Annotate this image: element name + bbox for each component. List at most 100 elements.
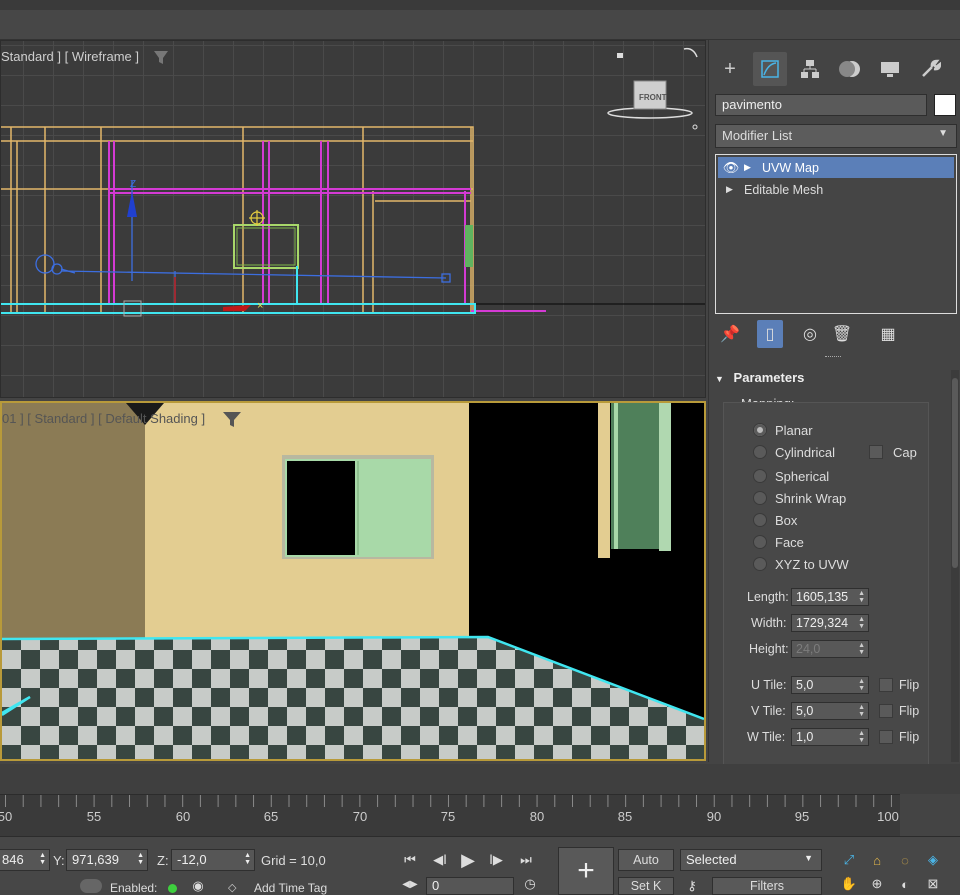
show-end-result-button[interactable]: ▯ — [757, 320, 783, 348]
radio-planar[interactable]: Planar — [753, 421, 813, 439]
set-key-button[interactable]: + — [558, 847, 614, 895]
viewport-perspective[interactable]: 01 ] [ Standard ] [ Default Shading ] — [0, 401, 706, 761]
tab-hierarchy[interactable] — [793, 52, 827, 86]
wtile-spinner[interactable]: 1,0 ▲ ▼ — [791, 728, 869, 746]
tab-modify[interactable] — [753, 52, 787, 86]
field-of-view-button[interactable]: ◈ — [922, 849, 944, 871]
goto-end-button[interactable]: ⏭ — [514, 849, 538, 871]
length-spinner[interactable]: 1605,135 ▲ ▼ — [791, 588, 869, 606]
orbit-icon: ◌ — [901, 852, 909, 868]
main-toolbar — [0, 10, 960, 40]
time-config-button[interactable]: ◷ — [520, 876, 540, 891]
tab-utilities[interactable] — [913, 52, 947, 86]
zoom-extents-button[interactable]: ⤢ — [838, 849, 860, 871]
remove-modifier-button[interactable]: 🗑 — [829, 320, 855, 348]
configure-icon: ▦ — [880, 326, 896, 343]
vtile-spinner[interactable]: 5,0 ▲ ▼ — [791, 702, 869, 720]
spinner-arrows-icon[interactable]: ▲ ▼ — [858, 590, 865, 604]
radio-face[interactable]: Face — [753, 533, 804, 551]
radio-selected — [753, 423, 767, 437]
tick-label: 65 — [263, 809, 279, 824]
z-coord-field[interactable]: -12,0 ▲ ▼ — [171, 849, 255, 871]
add-time-tag-button[interactable]: Add Time Tag — [254, 881, 327, 895]
pin-stack-button[interactable]: 📌 — [717, 320, 743, 348]
orbit-button[interactable]: ◌ — [894, 849, 916, 871]
viewport-front-wireframe[interactable]: Standard ] [ Wireframe ] Z × FRONT — [0, 40, 706, 398]
x-coord-field[interactable]: 846 ▲ ▼ — [0, 849, 50, 871]
auto-key-button[interactable]: Auto — [618, 849, 674, 871]
radio-shrink-wrap[interactable]: Shrink Wrap — [753, 489, 846, 507]
spinner-arrows-icon[interactable]: ▲ ▼ — [858, 678, 865, 692]
motion-icon — [839, 61, 860, 77]
key-filters-icon-button[interactable]: ⚷ — [680, 877, 704, 895]
panel-scrollbar[interactable] — [951, 370, 959, 762]
u-flip-checkbox[interactable] — [879, 678, 893, 692]
tab-motion[interactable] — [833, 52, 867, 86]
modifier-list-dropdown[interactable]: Modifier List ▼ — [715, 124, 957, 148]
object-name-field[interactable]: pavimento — [715, 94, 927, 116]
w-flip-checkbox[interactable] — [879, 730, 893, 744]
track-bar-end — [900, 794, 960, 836]
stack-item-editable-mesh[interactable]: ▶ Editable Mesh — [718, 179, 954, 200]
walk-button[interactable]: ⊕ — [866, 876, 888, 891]
key-mode-button[interactable]: ◀▶ — [398, 877, 422, 891]
spinner-arrows-icon[interactable]: ▲ ▼ — [858, 704, 865, 718]
tick-label: 85 — [617, 809, 633, 824]
prev-frame-button[interactable]: ◀Ⅰ — [428, 849, 452, 871]
radio-cylindrical[interactable]: Cylindrical — [753, 443, 835, 461]
next-frame-button[interactable]: Ⅰ▶ — [484, 849, 508, 871]
width-label: Width: — [751, 616, 787, 630]
parameters-rollout-header[interactable]: ▼ Parameters — [715, 370, 951, 390]
time-slider-track[interactable] — [0, 764, 960, 794]
eye-icon[interactable]: 👁 — [718, 160, 744, 176]
tick-label: 55 — [86, 809, 102, 824]
make-unique-button[interactable]: ◎ — [797, 320, 823, 348]
radio-spherical[interactable]: Spherical — [753, 467, 829, 485]
svg-text:×: × — [257, 300, 263, 312]
spinner-arrows-icon[interactable]: ▲ ▼ — [39, 852, 46, 866]
title-bar — [0, 0, 960, 10]
spinner-arrows-icon[interactable]: ▲ ▼ — [858, 730, 865, 744]
spinner-arrows-icon: ▲ ▼ — [858, 642, 865, 656]
length-row: Length: 1605,135 ▲ ▼ — [747, 588, 869, 606]
track-bar[interactable]: 50 55 60 65 70 75 80 85 90 95 100 — [0, 794, 900, 836]
filters-button[interactable]: Filters — [712, 877, 822, 895]
play-button[interactable]: ▶ — [456, 849, 480, 871]
track-bar-ticks — [0, 795, 900, 807]
configure-sets-button[interactable]: ▦ — [875, 320, 901, 348]
filter-icon[interactable] — [222, 411, 242, 429]
scrollbar-thumb[interactable] — [952, 378, 958, 568]
viewport-label[interactable]: 01 ] [ Standard ] [ Default Shading ] — [2, 411, 205, 426]
y-coord-field[interactable]: 971,639 ▲ ▼ — [66, 849, 148, 871]
expand-triangle-icon[interactable]: ▶ — [744, 162, 762, 173]
spinner-arrows-icon[interactable]: ▲ ▼ — [137, 852, 144, 866]
v-flip-checkbox[interactable] — [879, 704, 893, 718]
expand-triangle-icon[interactable]: ▶ — [726, 184, 744, 195]
goto-start-button[interactable]: ⏮ — [398, 849, 422, 871]
arc-rotate-button[interactable]: ◐ — [894, 877, 916, 892]
current-frame-field[interactable]: 0 — [426, 877, 514, 895]
viewcube-icon: FRONT — [607, 47, 698, 130]
utile-spinner[interactable]: 5,0 ▲ ▼ — [791, 676, 869, 694]
radio-xyz-to-uvw[interactable]: XYZ to UVW — [753, 555, 849, 573]
height-spinner: 24,0 ▲ ▼ — [791, 640, 869, 658]
zoom-all-button[interactable]: ⌂ — [866, 849, 888, 871]
set-key-mode-button[interactable]: Set K — [618, 877, 674, 895]
object-color-swatch[interactable] — [934, 94, 956, 116]
pan-button[interactable]: ✋ — [838, 876, 860, 891]
cap-checkbox[interactable]: Cap — [869, 443, 917, 461]
tab-create[interactable]: + — [713, 52, 747, 86]
radio-box[interactable]: Box — [753, 511, 797, 529]
collapse-triangle-icon: ▼ — [715, 374, 724, 384]
maximize-viewport-button[interactable]: ⊠ — [922, 876, 944, 891]
stack-item-uvw-map[interactable]: 👁 ▶ UVW Map — [718, 157, 954, 178]
toggle-switch[interactable] — [80, 879, 102, 893]
left-wall — [2, 403, 145, 641]
selection-set-dropdown[interactable]: Selected ▼ — [680, 849, 822, 871]
spinner-arrows-icon[interactable]: ▲ ▼ — [858, 616, 865, 630]
window-mesh — [282, 455, 434, 559]
spinner-arrows-icon[interactable]: ▲ ▼ — [244, 852, 251, 866]
isolate-button[interactable]: ◉ — [188, 878, 208, 893]
width-spinner[interactable]: 1729,324 ▲ ▼ — [791, 614, 869, 632]
tab-display[interactable] — [873, 52, 907, 86]
